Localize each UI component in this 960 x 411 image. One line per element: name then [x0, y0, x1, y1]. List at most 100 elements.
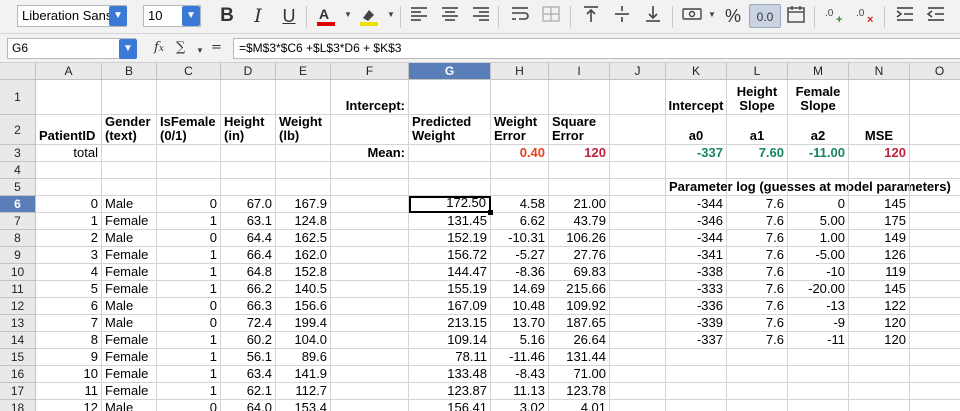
cell-o1[interactable] [910, 80, 960, 115]
cell-g7[interactable]: 131.45 [409, 213, 491, 230]
cell-f13[interactable] [331, 315, 409, 332]
cell-o11[interactable] [910, 281, 960, 298]
cell-h9[interactable]: -5.27 [491, 247, 549, 264]
select-all-corner[interactable] [0, 63, 36, 80]
cell-c6[interactable]: 0 [157, 196, 221, 213]
cell-e10[interactable]: 152.8 [276, 264, 331, 281]
cell-i11[interactable]: 215.66 [549, 281, 610, 298]
cell-e3[interactable] [276, 145, 331, 162]
cell-f6[interactable] [331, 196, 409, 213]
cell-k11[interactable]: -333 [666, 281, 727, 298]
formula-input[interactable]: =$M$3*$C6 +$L$3*D6 + $K$3 [233, 38, 960, 59]
cell-e8[interactable]: 162.5 [276, 230, 331, 247]
column-header-b[interactable]: B [102, 63, 157, 80]
cell-j1[interactable] [610, 80, 666, 115]
function-wizard-icon[interactable]: fx [154, 40, 164, 55]
cell-j17[interactable] [610, 383, 666, 400]
cell-i2[interactable]: Square Error [549, 115, 610, 145]
cell-k6[interactable]: -344 [666, 196, 727, 213]
cell-i10[interactable]: 69.83 [549, 264, 610, 281]
cell-g5[interactable] [409, 179, 491, 196]
cell-a12[interactable]: 6 [36, 298, 102, 315]
name-box[interactable]: G6 [7, 38, 136, 59]
cell-f2[interactable] [331, 115, 409, 145]
cell-o4[interactable] [910, 162, 960, 179]
cell-a2[interactable]: PatientID [36, 115, 102, 145]
underline-button[interactable]: U [276, 4, 302, 28]
outdent-icon[interactable] [923, 4, 949, 28]
cell-d2[interactable]: Height (in) [221, 115, 276, 145]
column-header-o[interactable]: O [910, 63, 960, 80]
cell-l3[interactable]: 7.60 [727, 145, 788, 162]
cell-j13[interactable] [610, 315, 666, 332]
cell-h12[interactable]: 10.48 [491, 298, 549, 315]
date-format-icon[interactable] [783, 4, 809, 28]
cell-e6[interactable]: 167.9 [276, 196, 331, 213]
cell-j11[interactable] [610, 281, 666, 298]
cell-k9[interactable]: -341 [666, 247, 727, 264]
cell-b11[interactable]: Female [102, 281, 157, 298]
cell-h16[interactable]: -8.43 [491, 366, 549, 383]
cell-o10[interactable] [910, 264, 960, 281]
cell-j15[interactable] [610, 349, 666, 366]
cell-i18[interactable]: 4.01 [549, 400, 610, 411]
cell-b12[interactable]: Male [102, 298, 157, 315]
cell-g14[interactable]: 109.14 [409, 332, 491, 349]
cell-f15[interactable] [331, 349, 409, 366]
cell-d11[interactable]: 66.2 [221, 281, 276, 298]
cell-b7[interactable]: Female [102, 213, 157, 230]
cell-o16[interactable] [910, 366, 960, 383]
cell-f1[interactable]: Intercept: [331, 80, 409, 115]
cell-j8[interactable] [610, 230, 666, 247]
cell-i5[interactable] [549, 179, 610, 196]
wrap-icon[interactable] [507, 4, 533, 28]
cell-h17[interactable]: 11.13 [491, 383, 549, 400]
cell-n18[interactable] [849, 400, 910, 411]
cell-d8[interactable]: 64.4 [221, 230, 276, 247]
cell-c14[interactable]: 1 [157, 332, 221, 349]
cell-g3[interactable] [409, 145, 491, 162]
currency-icon[interactable] [679, 4, 705, 28]
cell-d16[interactable]: 63.4 [221, 366, 276, 383]
column-header-k[interactable]: K [666, 63, 727, 80]
cell-b1[interactable] [102, 80, 157, 115]
cell-n5[interactable] [849, 179, 910, 196]
cell-e18[interactable]: 153.4 [276, 400, 331, 411]
row-header-17[interactable]: 17 [0, 383, 36, 400]
cell-k10[interactable]: -338 [666, 264, 727, 281]
cell-k4[interactable] [666, 162, 727, 179]
cell-c15[interactable]: 1 [157, 349, 221, 366]
column-header-a[interactable]: A [36, 63, 102, 80]
cell-g2[interactable]: Predicted Weight [409, 115, 491, 145]
cell-a14[interactable]: 8 [36, 332, 102, 349]
cell-e7[interactable]: 124.8 [276, 213, 331, 230]
cell-l14[interactable]: 7.6 [727, 332, 788, 349]
cell-l1[interactable]: Height Slope [727, 80, 788, 115]
cell-m5[interactable] [788, 179, 849, 196]
cell-m16[interactable] [788, 366, 849, 383]
cell-b5[interactable] [102, 179, 157, 196]
row-header-18[interactable]: 18 [0, 400, 36, 411]
row-header-14[interactable]: 14 [0, 332, 36, 349]
cell-l15[interactable] [727, 349, 788, 366]
cell-a8[interactable]: 2 [36, 230, 102, 247]
cell-n10[interactable]: 119 [849, 264, 910, 281]
cell-o2[interactable] [910, 115, 960, 145]
cell-n9[interactable]: 126 [849, 247, 910, 264]
cell-c5[interactable] [157, 179, 221, 196]
cell-n6[interactable]: 145 [849, 196, 910, 213]
row-header-1[interactable]: 1 [0, 80, 36, 115]
cell-a13[interactable]: 7 [36, 315, 102, 332]
cell-l11[interactable]: 7.6 [727, 281, 788, 298]
cell-n15[interactable] [849, 349, 910, 366]
cell-i9[interactable]: 27.76 [549, 247, 610, 264]
cell-f8[interactable] [331, 230, 409, 247]
cell-m8[interactable]: 1.00 [788, 230, 849, 247]
cell-k12[interactable]: -336 [666, 298, 727, 315]
row-header-13[interactable]: 13 [0, 315, 36, 332]
cell-l6[interactable]: 7.6 [727, 196, 788, 213]
cell-g16[interactable]: 133.48 [409, 366, 491, 383]
cell-j3[interactable] [610, 145, 666, 162]
cell-c17[interactable]: 1 [157, 383, 221, 400]
cell-n11[interactable]: 145 [849, 281, 910, 298]
